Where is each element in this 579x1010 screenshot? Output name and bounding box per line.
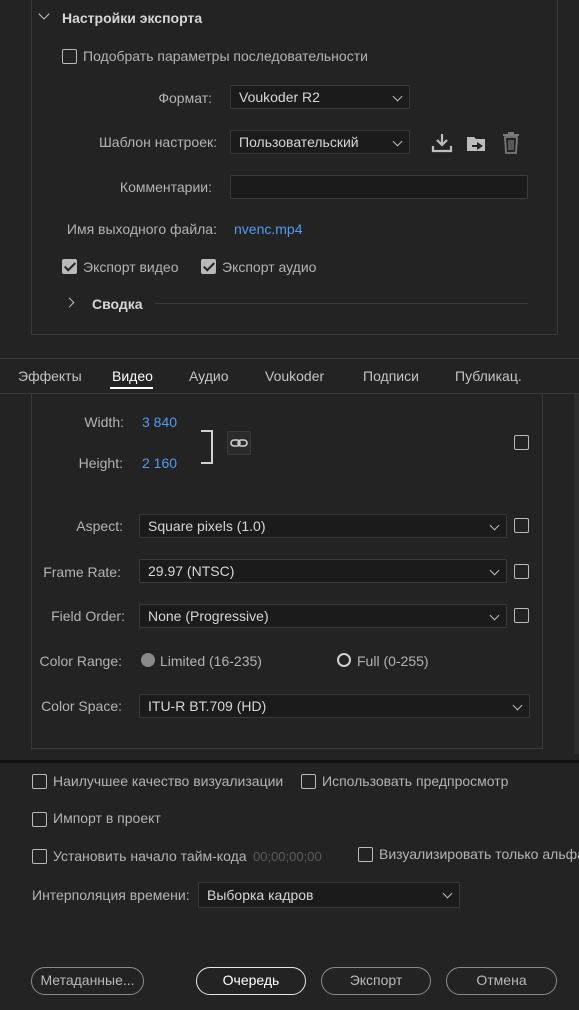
export-audio-label: Экспорт аудио bbox=[222, 259, 317, 275]
frame-rate-override-checkbox[interactable] bbox=[514, 564, 529, 579]
field-order-value: None (Progressive) bbox=[148, 608, 269, 624]
tab-captions[interactable]: Подписи bbox=[363, 368, 419, 384]
metadata-button[interactable]: Метаданные... bbox=[31, 967, 144, 995]
max-render-quality-checkbox[interactable] bbox=[32, 774, 47, 789]
tab-effects[interactable]: Эффекты bbox=[18, 368, 82, 384]
aspect-value: Square pixels (1.0) bbox=[148, 518, 266, 534]
preset-dropdown[interactable]: Пользовательский bbox=[230, 130, 410, 154]
set-start-timecode-label: Установить начало тайм-кода bbox=[53, 848, 247, 864]
save-preset-icon[interactable] bbox=[431, 133, 453, 153]
field-order-label: Field Order: bbox=[51, 608, 125, 624]
color-range-label: Color Range: bbox=[39, 653, 123, 669]
time-interpolation-value: Выборка кадров bbox=[207, 887, 314, 903]
color-space-dropdown[interactable]: ITU-R BT.709 (HD) bbox=[139, 694, 530, 718]
frame-rate-value: 29.97 (NTSC) bbox=[148, 563, 235, 579]
preset-value: Пользовательский bbox=[239, 134, 359, 150]
aspect-label: Aspect: bbox=[76, 518, 123, 534]
output-name-label: Имя выходного файла: bbox=[66, 221, 217, 237]
chevron-down-icon bbox=[489, 520, 500, 531]
import-into-project-label: Импорт в проект bbox=[53, 810, 161, 826]
timecode-value: 00;00;00;00 bbox=[253, 849, 322, 864]
queue-button[interactable]: Очередь bbox=[196, 967, 306, 995]
height-label: Height: bbox=[78, 455, 123, 471]
output-name-link[interactable]: nvenc.mp4 bbox=[234, 221, 302, 237]
frame-rate-dropdown[interactable]: 29.97 (NTSC) bbox=[139, 559, 507, 583]
width-label: Width: bbox=[84, 414, 124, 430]
color-space-value: ITU-R BT.709 (HD) bbox=[148, 698, 267, 714]
delete-preset-icon[interactable] bbox=[502, 132, 520, 154]
width-value[interactable]: 3 840 bbox=[142, 414, 177, 430]
use-previews-label: Использовать предпросмотр bbox=[322, 773, 509, 789]
color-range-limited-radio[interactable] bbox=[141, 653, 155, 667]
constrain-proportions-button[interactable] bbox=[227, 431, 251, 455]
comments-label: Комментарии: bbox=[119, 179, 212, 195]
format-dropdown[interactable]: Voukoder R2 bbox=[230, 85, 410, 109]
match-sequence-checkbox[interactable] bbox=[62, 49, 77, 64]
chevron-down-icon bbox=[512, 700, 523, 711]
match-sequence-label: Подобрать параметры последовательности bbox=[83, 48, 368, 64]
color-range-full-radio[interactable] bbox=[337, 653, 351, 667]
chevron-down-icon bbox=[392, 91, 403, 102]
chevron-down-icon bbox=[489, 610, 500, 621]
dimension-bracket bbox=[201, 430, 213, 464]
time-interpolation-dropdown[interactable]: Выборка кадров bbox=[198, 882, 460, 908]
bottom-divider bbox=[0, 760, 579, 763]
import-preset-icon[interactable] bbox=[465, 134, 489, 154]
comments-field[interactable] bbox=[230, 175, 528, 199]
import-into-project-checkbox[interactable] bbox=[32, 812, 47, 827]
time-interpolation-label: Интерполяция времени: bbox=[32, 887, 190, 903]
color-space-label: Color Space: bbox=[41, 698, 122, 714]
summary-divider bbox=[155, 303, 528, 304]
render-alpha-only-label: Визуализировать только альфа bbox=[379, 846, 579, 862]
frame-rate-label: Frame Rate: bbox=[43, 564, 121, 580]
tab-video[interactable]: Видео bbox=[112, 368, 153, 384]
max-render-quality-label: Наилучшее качество визуализации bbox=[53, 773, 284, 789]
export-settings-title: Настройки экспорта bbox=[62, 10, 203, 26]
dimensions-override-checkbox[interactable] bbox=[514, 435, 529, 450]
chevron-down-icon bbox=[442, 888, 453, 899]
use-previews-checkbox[interactable] bbox=[301, 774, 316, 789]
chevron-down-icon bbox=[392, 136, 403, 147]
cancel-button[interactable]: Отмена bbox=[446, 967, 557, 995]
tab-publish[interactable]: Публикац. bbox=[455, 368, 522, 384]
preset-label: Шаблон настроек: bbox=[98, 134, 217, 150]
chevron-down-icon bbox=[489, 565, 500, 576]
color-range-limited-label: Limited (16-235) bbox=[160, 653, 262, 669]
format-value: Voukoder R2 bbox=[239, 89, 320, 105]
field-order-dropdown[interactable]: None (Progressive) bbox=[139, 604, 507, 628]
tab-audio[interactable]: Аудио bbox=[189, 368, 229, 384]
format-label: Формат: bbox=[158, 90, 212, 106]
export-button[interactable]: Экспорт bbox=[321, 967, 431, 995]
height-value[interactable]: 2 160 bbox=[142, 455, 177, 471]
export-video-label: Экспорт видео bbox=[83, 259, 179, 275]
tab-voukoder[interactable]: Voukoder bbox=[265, 368, 324, 384]
export-video-checkbox[interactable] bbox=[62, 259, 77, 274]
set-start-timecode-checkbox[interactable] bbox=[32, 849, 47, 864]
export-audio-checkbox[interactable] bbox=[201, 259, 216, 274]
link-icon bbox=[230, 439, 248, 447]
summary-label[interactable]: Сводка bbox=[92, 296, 143, 312]
aspect-dropdown[interactable]: Square pixels (1.0) bbox=[139, 514, 507, 538]
color-range-full-label: Full (0-255) bbox=[357, 653, 429, 669]
scrollbar[interactable] bbox=[574, 394, 579, 754]
tab-video-underline bbox=[110, 387, 153, 389]
field-order-override-checkbox[interactable] bbox=[514, 608, 529, 623]
aspect-override-checkbox[interactable] bbox=[514, 518, 529, 533]
render-alpha-only-checkbox[interactable] bbox=[358, 847, 373, 862]
